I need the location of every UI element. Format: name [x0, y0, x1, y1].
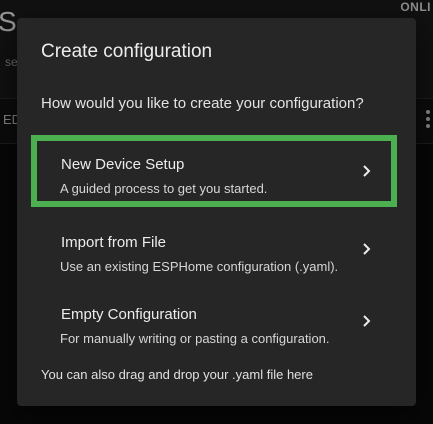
create-configuration-dialog: Create configuration How would you like … [17, 18, 416, 406]
dialog-question: How would you like to create your config… [41, 95, 364, 112]
option-title: Import from File [61, 234, 167, 251]
option-empty-configuration[interactable]: Empty Configuration For manually writing… [31, 285, 397, 357]
option-new-device-setup[interactable]: New Device Setup A guided process to get… [31, 135, 397, 207]
option-description: A guided process to get you started. [60, 181, 268, 196]
drag-drop-hint: You can also drag and drop your .yaml fi… [41, 367, 313, 382]
option-title: New Device Setup [61, 156, 185, 173]
option-description: Use an existing ESPHome configuration (.… [60, 259, 339, 274]
option-title: Empty Configuration [61, 306, 197, 323]
option-description: For manually writing or pasting a config… [60, 331, 330, 346]
chevron-right-icon [361, 164, 373, 178]
dialog-title: Create configuration [41, 41, 213, 62]
chevron-right-icon [361, 314, 373, 328]
option-import-from-file[interactable]: Import from File Use an existing ESPHome… [31, 213, 397, 285]
chevron-right-icon [361, 242, 373, 256]
